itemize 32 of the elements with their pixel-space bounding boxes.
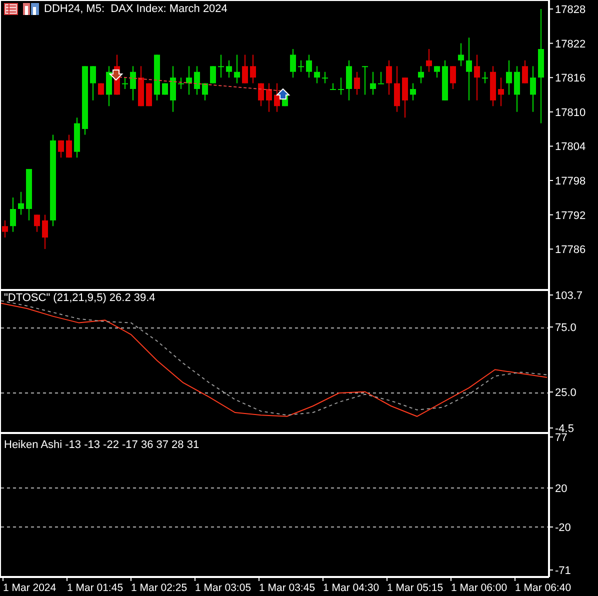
price-label: 17792 bbox=[555, 210, 586, 222]
up-arrow-icon bbox=[276, 88, 290, 100]
scale-label: 75.0 bbox=[555, 322, 576, 334]
time-label: 1 Mar 02:25 bbox=[131, 582, 188, 594]
scale-label: -71 bbox=[555, 565, 571, 577]
scale-label: -20 bbox=[555, 522, 571, 534]
price-label: 17816 bbox=[555, 72, 586, 85]
price-label: 17798 bbox=[555, 176, 586, 188]
chart-title: DDH24, M5: DAX Index: March 2024 bbox=[44, 4, 228, 14]
time-label: 1 Mar 06:00 bbox=[451, 582, 508, 594]
price-label: 17804 bbox=[555, 141, 586, 154]
price-label: 17786 bbox=[555, 244, 586, 256]
table-icon[interactable] bbox=[4, 3, 18, 15]
indicator-label: "DTOSC" (21,21,9,5) 26.2 39.4 bbox=[4, 293, 156, 304]
scale-label: 25.0 bbox=[555, 387, 576, 399]
time-label: 1 Mar 05:15 bbox=[387, 582, 444, 594]
scale-label: 103.7 bbox=[555, 290, 583, 302]
scale-label: 20 bbox=[555, 483, 568, 495]
time-label: 1 Mar 03:45 bbox=[259, 582, 316, 594]
time-label: 1 Mar 04:30 bbox=[323, 582, 380, 594]
indicator-label: Heiken Ashi -13 -13 -22 -17 36 37 28 31 bbox=[4, 440, 200, 451]
scale-label: -4.5 bbox=[555, 423, 574, 433]
price-label: 17828 bbox=[555, 4, 586, 16]
down-arrow-icon bbox=[108, 70, 124, 81]
time-label: 1 Mar 2024 bbox=[3, 582, 56, 594]
chart-icon[interactable] bbox=[23, 3, 39, 15]
price-label: 17810 bbox=[555, 106, 586, 119]
price-label: 17822 bbox=[555, 38, 586, 50]
scale-label: 77 bbox=[555, 433, 568, 444]
time-label: 1 Mar 03:05 bbox=[195, 582, 252, 594]
time-label: 1 Mar 01:45 bbox=[67, 582, 124, 594]
time-label: 1 Mar 06:40 bbox=[515, 582, 572, 594]
